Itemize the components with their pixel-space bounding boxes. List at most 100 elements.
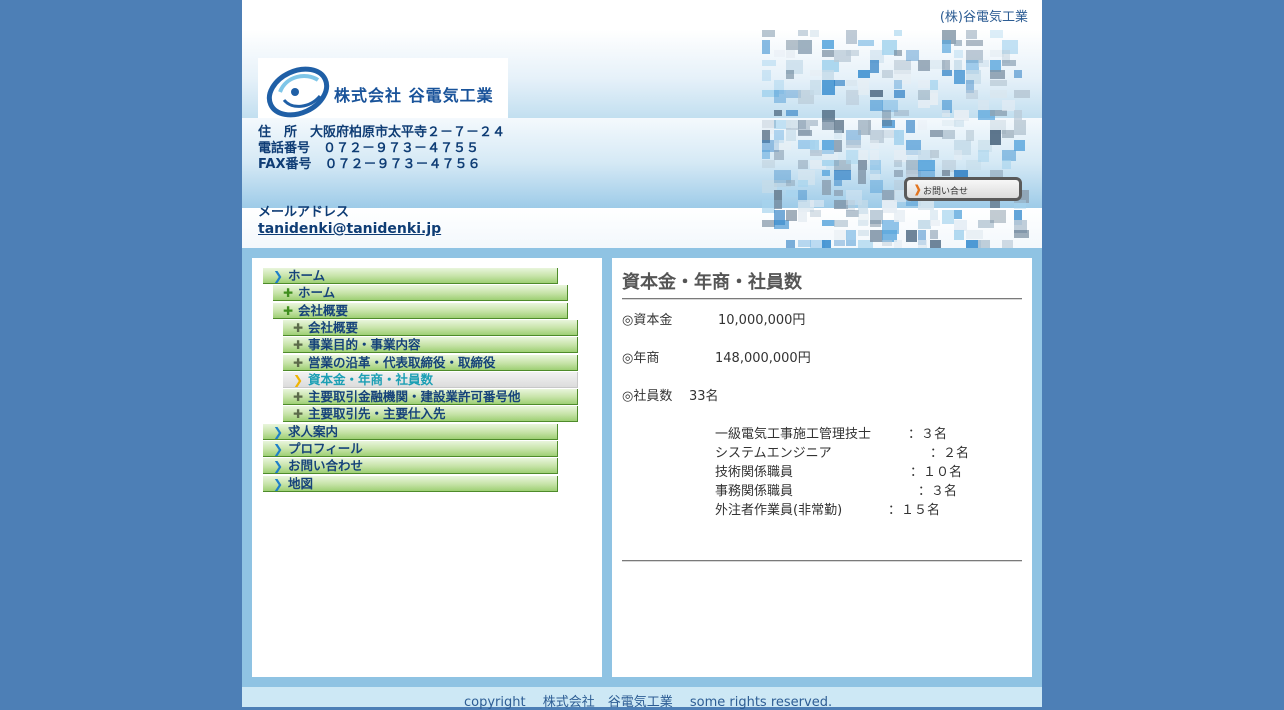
page-title: 資本金・年商・社員数: [622, 272, 802, 293]
mosaic-tile: [990, 90, 1007, 98]
mosaic-tile: [942, 130, 955, 139]
mosaic-tile: [1002, 130, 1014, 138]
mosaic-tile: [954, 170, 968, 177]
mosaic-tile: [990, 200, 1000, 208]
mosaic-tile: [786, 210, 797, 221]
mosaic-tile: [822, 50, 834, 57]
mosaic-tile: [870, 90, 883, 97]
plus-icon: ✚: [293, 355, 304, 370]
sidebar-item-label: 営業の沿革・代表取締役・取締役: [308, 354, 496, 370]
contact-button[interactable]: ❱ お問い合せ: [904, 177, 1022, 201]
mosaic-tile: [870, 220, 881, 227]
mosaic-tile: [846, 140, 861, 148]
mosaic-tile: [762, 160, 775, 168]
staff-count: ：３名: [908, 427, 948, 442]
mosaic-tile: [798, 130, 812, 136]
plus-icon: ✚: [293, 390, 304, 405]
mosaic-tile: [966, 40, 983, 46]
mosaic-tile: [786, 110, 798, 116]
sidebar-item[interactable]: ❯ 資本金・年商・社員数: [283, 371, 578, 388]
email-link[interactable]: tanidenki@tanidenki.jp: [258, 221, 441, 237]
mosaic-tile: [834, 170, 851, 180]
mosaic-tile: [894, 240, 902, 248]
mosaic-tile: [966, 30, 977, 39]
mosaic-tile: [882, 110, 891, 120]
mosaic-tile: [846, 240, 856, 246]
sidebar-item[interactable]: ❯ 求人案内: [263, 423, 558, 440]
mosaic-tile: [930, 150, 939, 158]
chevron-right-icon: ❯: [273, 424, 284, 439]
sidebar-item-label: ホーム: [298, 285, 336, 301]
sidebar-item[interactable]: ✚ 会社概要: [273, 302, 568, 319]
mosaic-tile: [762, 40, 770, 54]
sidebar-item-label: お問い合わせ: [288, 458, 364, 474]
mosaic-tile: [978, 60, 989, 67]
company-tagline: (株)谷電気工業: [939, 10, 1028, 25]
mosaic-tile: [870, 140, 879, 149]
mosaic-tile: [894, 30, 902, 36]
mosaic-tile: [894, 130, 904, 145]
sidebar-item[interactable]: ✚ 営業の沿革・代表取締役・取締役: [283, 354, 578, 371]
mosaic-tile: [954, 150, 962, 160]
mosaic-tile: [894, 110, 909, 116]
mosaic-tile: [906, 120, 915, 133]
sidebar-item[interactable]: ❯ ホーム: [263, 268, 558, 284]
mosaic-tile: [858, 40, 874, 46]
staff-role: 外注者作業員(非常勤): [715, 503, 843, 518]
sidebar-item[interactable]: ❯ プロフィール: [263, 441, 558, 457]
company-logo[interactable]: 株式会社 谷電気工業: [258, 58, 508, 118]
chevron-right-icon: ❯: [293, 372, 304, 387]
sidebar-item-label: 会社概要: [298, 302, 349, 318]
mosaic-tile: [1014, 120, 1026, 135]
mosaic-tile: [954, 40, 962, 46]
mosaic-tile: [858, 220, 868, 226]
plus-icon: ✚: [283, 303, 294, 318]
mosaic-tile: [870, 60, 879, 73]
sidebar-item[interactable]: ✚ 主要取引先・主要仕入先: [283, 406, 578, 423]
mosaic-tile: [834, 80, 845, 86]
chevron-right-icon: ❯: [273, 459, 284, 474]
sidebar-item-label: ホーム: [288, 268, 326, 283]
sidebar-item[interactable]: ❯ 地図: [263, 475, 558, 492]
mosaic-tile: [810, 70, 822, 76]
mosaic-tile: [774, 140, 791, 150]
mosaic-tile: [774, 90, 786, 103]
sidebar-item[interactable]: ✚ ホーム: [273, 285, 568, 302]
mosaic-tile: [810, 30, 819, 37]
sidebar-item-label: 事業目的・事業内容: [308, 337, 421, 353]
mosaic-tile: [930, 230, 938, 239]
sidebar-item[interactable]: ✚ 会社概要: [283, 319, 578, 336]
mosaic-tile: [894, 160, 902, 167]
mosaic-tile: [762, 60, 776, 66]
mosaic-tile: [822, 170, 830, 176]
mosaic-tile: [918, 200, 934, 210]
sidebar-item-label: プロフィール: [288, 441, 363, 456]
mosaic-tile: [954, 230, 964, 240]
sidebar-item[interactable]: ✚ 事業目的・事業内容: [283, 337, 578, 354]
staff-count: ：２名: [930, 446, 970, 461]
mosaic-tile: [942, 40, 951, 53]
mosaic-tile: [1002, 240, 1013, 248]
sidebar-item[interactable]: ❯ お問い合わせ: [263, 458, 558, 475]
mosaic-tile: [918, 170, 935, 177]
sidebar-item[interactable]: ✚ 主要取引金融機関・建設業許可番号他: [283, 389, 578, 406]
mosaic-tile: [774, 200, 782, 209]
mosaic-tile: [930, 90, 938, 105]
fax-text: FAX番号 ０７２－９７３－４７５６: [258, 157, 481, 172]
staff-count: ：１０名: [910, 465, 963, 480]
mosaic-tile: [894, 90, 905, 98]
content-divider: [622, 560, 1022, 562]
mosaic-tile: [822, 240, 831, 248]
mosaic-tile: [822, 180, 831, 195]
sales-value: 148,000,000円: [715, 351, 811, 366]
contact-button-label: お問い合せ: [923, 187, 969, 197]
mosaic-tile: [918, 120, 927, 130]
staff-role: 事務関係職員: [715, 484, 794, 499]
mosaic-tile: [846, 30, 857, 44]
sidebar-item-label: 主要取引先・主要仕入先: [308, 406, 446, 422]
staff-role: システムエンジニア: [715, 446, 832, 461]
capital-value: 10,000,000円: [718, 313, 806, 328]
mosaic-tile: [858, 120, 868, 135]
mosaic-tile: [894, 50, 902, 56]
mosaic-tile: [894, 80, 902, 89]
